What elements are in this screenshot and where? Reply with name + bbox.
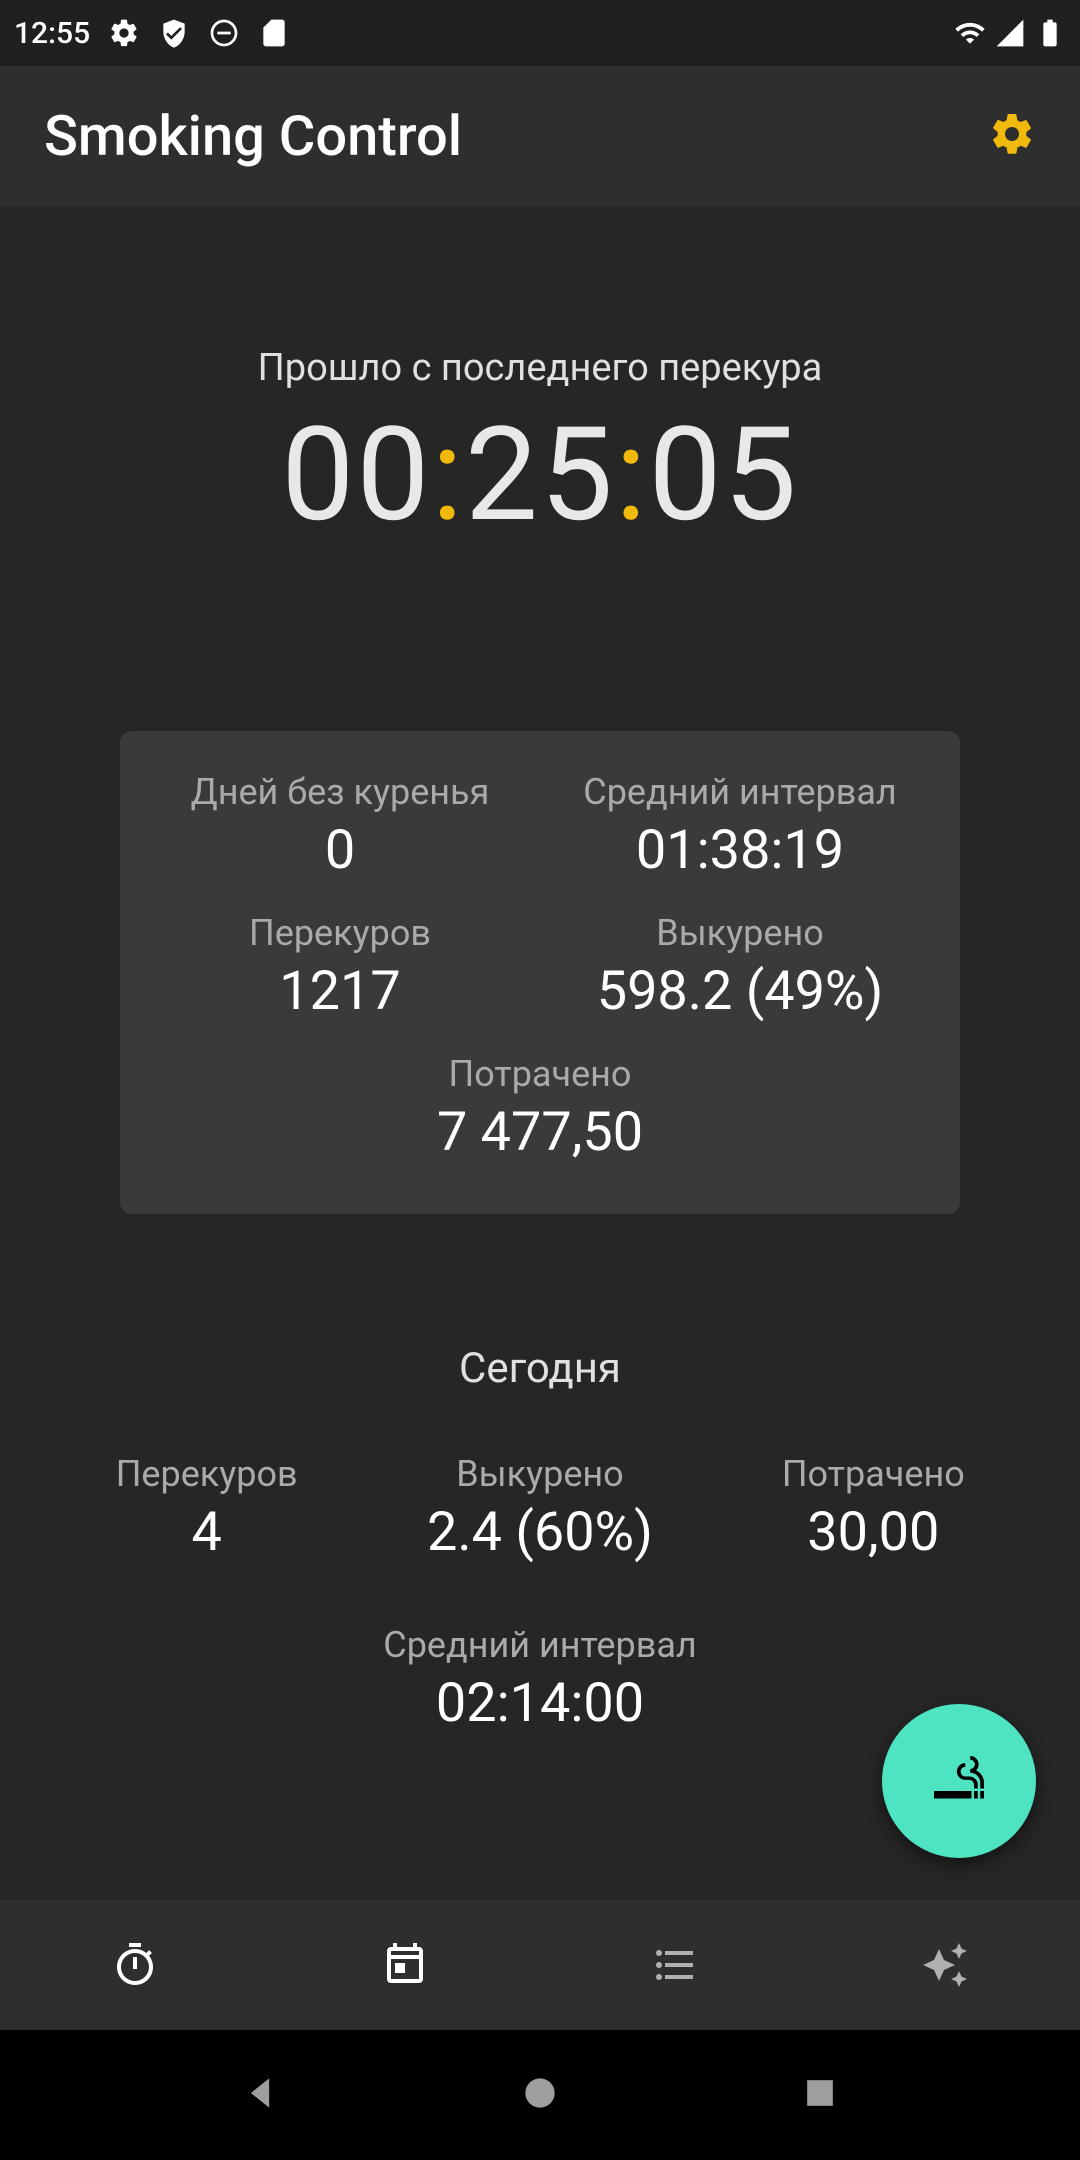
stat-label: Средний интервал: [40, 1624, 1040, 1666]
system-nav: [0, 2030, 1080, 2160]
stat-days: Дней без куренья 0: [160, 771, 520, 882]
gear-status-icon: [108, 17, 140, 49]
app-title: Smoking Control: [44, 103, 462, 169]
elapsed-label: Прошло с последнего перекура: [258, 346, 823, 390]
back-button[interactable]: [238, 2071, 282, 2119]
stat-value: 01:38:19: [560, 819, 920, 882]
today-breaks: Перекуров 4: [40, 1453, 373, 1564]
today-section: Сегодня Перекуров 4 Выкурено 2.4 (60%) П…: [40, 1344, 1040, 1735]
colon: :: [431, 398, 464, 551]
stat-value: 30,00: [707, 1501, 1040, 1564]
stat-value: 2.4 (60%): [373, 1501, 706, 1564]
calendar-icon: [381, 1941, 429, 1989]
stat-value: 1217: [160, 960, 520, 1023]
bottom-nav: [0, 1900, 1080, 2030]
totals-card: Дней без куренья 0 Средний интервал 01:3…: [120, 731, 960, 1214]
today-title: Сегодня: [40, 1344, 1040, 1393]
clock: 12:55: [14, 16, 90, 51]
stat-value: 02:14:00: [40, 1672, 1040, 1735]
elapsed-mm: 25: [465, 398, 615, 551]
shield-status-icon: [158, 17, 190, 49]
stat-avg-interval: Средний интервал 01:38:19: [560, 771, 920, 882]
colon: :: [615, 398, 648, 551]
stat-value: 4: [40, 1501, 373, 1564]
triangle-back-icon: [238, 2071, 282, 2115]
elapsed-hh: 00: [281, 398, 431, 551]
elapsed-timer: 00:25:05: [258, 398, 823, 551]
circle-status-icon: [208, 17, 240, 49]
battery-icon: [1034, 17, 1066, 49]
stat-value: 7 477,50: [160, 1101, 920, 1164]
home-button[interactable]: [518, 2071, 562, 2119]
stat-value: 598.2 (49%): [560, 960, 920, 1023]
nav-calendar[interactable]: [270, 1900, 540, 2030]
elapsed-section: Прошло с последнего перекура 00:25:05: [258, 346, 823, 551]
stat-smoked: Выкурено 598.2 (49%): [560, 912, 920, 1023]
stat-label: Дней без куренья: [160, 771, 520, 813]
status-bar: 12:55: [0, 0, 1080, 66]
nav-timer[interactable]: [0, 1900, 270, 2030]
stat-label: Средний интервал: [560, 771, 920, 813]
square-recents-icon: [798, 2071, 842, 2115]
stat-breaks: Перекуров 1217: [160, 912, 520, 1023]
stat-spent: Потрачено 7 477,50: [160, 1053, 920, 1164]
smoking-icon: [929, 1751, 989, 1811]
signal-icon: [994, 17, 1026, 49]
recents-button[interactable]: [798, 2071, 842, 2119]
list-icon: [651, 1941, 699, 1989]
today-smoked: Выкурено 2.4 (60%): [373, 1453, 706, 1564]
sparkle-chart-icon: [921, 1941, 969, 1989]
settings-button[interactable]: [988, 110, 1036, 162]
main-content: Прошло с последнего перекура 00:25:05 Дн…: [0, 206, 1080, 1900]
stat-value: 0: [160, 819, 520, 882]
stat-label: Перекуров: [160, 912, 520, 954]
stat-label: Потрачено: [707, 1453, 1040, 1495]
stat-label: Выкурено: [560, 912, 920, 954]
stat-label: Перекуров: [40, 1453, 373, 1495]
stopwatch-icon: [111, 1941, 159, 1989]
sd-status-icon: [258, 17, 290, 49]
gear-icon: [988, 110, 1036, 158]
stat-label: Потрачено: [160, 1053, 920, 1095]
nav-list[interactable]: [540, 1900, 810, 2030]
circle-home-icon: [518, 2071, 562, 2115]
app-bar: Smoking Control: [0, 66, 1080, 206]
nav-stats[interactable]: [810, 1900, 1080, 2030]
stat-label: Выкурено: [373, 1453, 706, 1495]
log-smoke-fab[interactable]: [882, 1704, 1036, 1858]
wifi-icon: [954, 17, 986, 49]
elapsed-ss: 05: [649, 398, 799, 551]
today-spent: Потрачено 30,00: [707, 1453, 1040, 1564]
today-avg-interval: Средний интервал 02:14:00: [40, 1624, 1040, 1735]
